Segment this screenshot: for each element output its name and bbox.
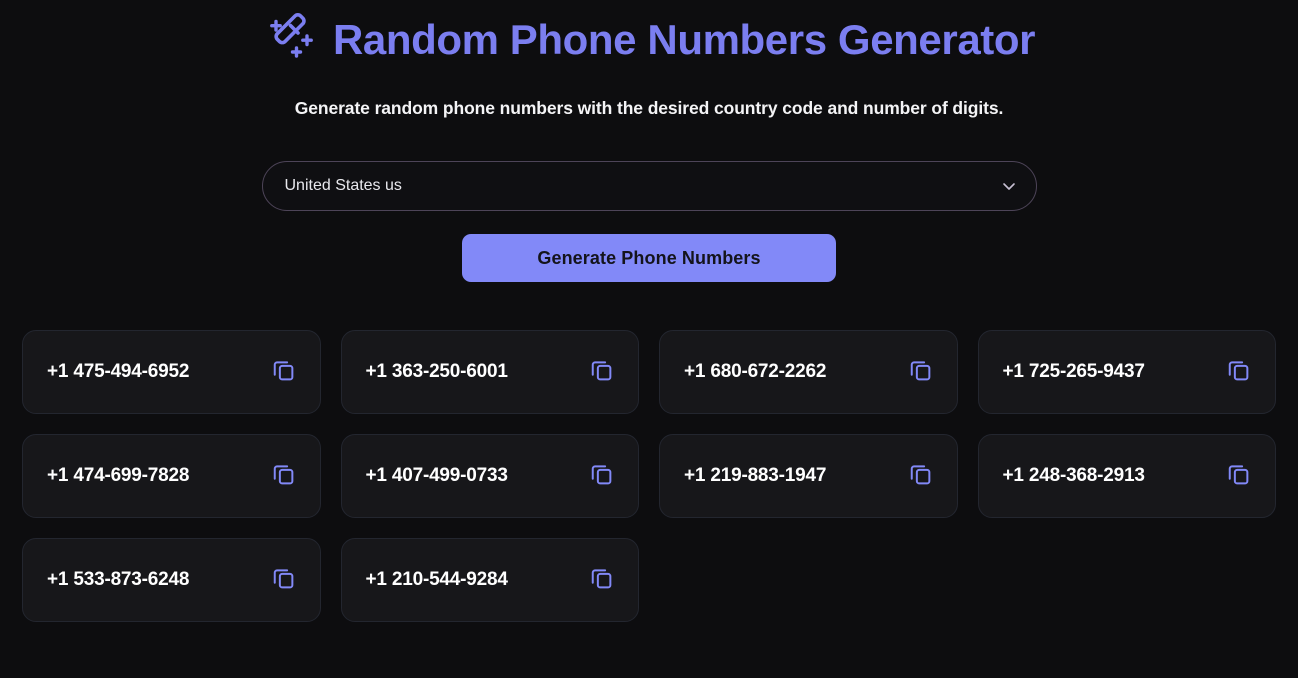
- phone-card[interactable]: +1 210-544-9284: [340, 538, 639, 622]
- phone-card[interactable]: +1 363-250-6001: [340, 330, 639, 414]
- phone-number: +1 680-672-2262: [684, 361, 827, 382]
- phone-card[interactable]: +1 725-265-9437: [977, 330, 1276, 414]
- phone-card[interactable]: +1 474-699-7828: [22, 434, 321, 518]
- country-select-wrapper: United States us: [261, 161, 1037, 211]
- phone-number: +1 475-494-6952: [47, 361, 190, 382]
- phone-card[interactable]: +1 219-883-1947: [659, 434, 958, 518]
- copy-icon[interactable]: [1226, 461, 1251, 491]
- copy-icon[interactable]: [908, 461, 933, 491]
- phone-card[interactable]: +1 475-494-6952: [22, 330, 321, 414]
- page-subtitle: Generate random phone numbers with the d…: [294, 98, 1004, 118]
- phone-card[interactable]: +1 248-368-2913: [977, 434, 1276, 518]
- phone-number: +1 407-499-0733: [365, 465, 508, 486]
- page-header: Random Phone Numbers Generator: [18, 0, 1280, 68]
- controls-section: United States us Generate Phone Numbers: [18, 161, 1280, 282]
- phone-card[interactable]: +1 680-672-2262: [659, 330, 958, 414]
- phone-number: +1 248-368-2913: [1002, 465, 1145, 486]
- phone-number: +1 725-265-9437: [1002, 361, 1145, 382]
- copy-icon[interactable]: [589, 565, 614, 595]
- phone-number: +1 210-544-9284: [365, 569, 508, 590]
- phone-card[interactable]: +1 407-499-0733: [340, 434, 639, 518]
- page-title: Random Phone Numbers Generator: [332, 15, 1036, 63]
- phone-card[interactable]: +1 533-873-6248: [22, 538, 321, 622]
- phone-number: +1 474-699-7828: [47, 465, 190, 486]
- copy-icon[interactable]: [1226, 357, 1251, 387]
- copy-icon[interactable]: [589, 461, 614, 491]
- phone-numbers-grid: +1 475-494-6952 +1 363-250-6001 +1 680-6…: [18, 330, 1280, 622]
- copy-icon[interactable]: [271, 565, 296, 595]
- copy-icon[interactable]: [271, 357, 296, 387]
- phone-number: +1 533-873-6248: [47, 569, 190, 590]
- app-root: Random Phone Numbers Generator Generate …: [0, 0, 1298, 678]
- copy-icon[interactable]: [271, 461, 296, 491]
- copy-icon[interactable]: [908, 357, 933, 387]
- phone-number: +1 363-250-6001: [365, 361, 508, 382]
- copy-icon[interactable]: [589, 357, 614, 387]
- generate-phone-numbers-button[interactable]: Generate Phone Numbers: [462, 234, 836, 282]
- magic-wand-icon: [263, 12, 319, 68]
- phone-number: +1 219-883-1947: [684, 465, 827, 486]
- country-select[interactable]: United States us: [261, 161, 1037, 211]
